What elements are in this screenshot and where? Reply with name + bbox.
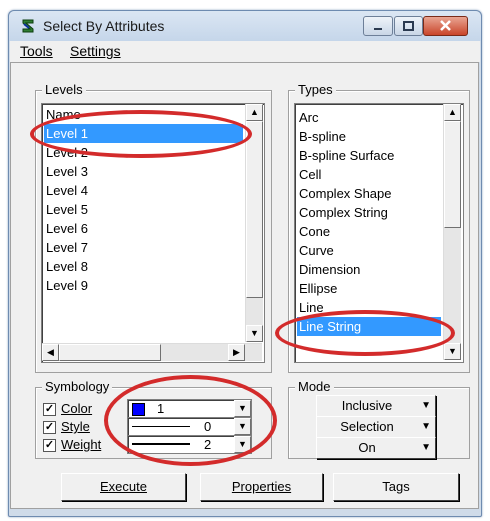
menu-bar: Tools Settings <box>10 41 480 62</box>
list-item[interactable]: Level 5 <box>46 200 88 219</box>
list-item-line-string-selected[interactable]: Line String <box>297 317 441 336</box>
dialog-client: Levels Name Level 1 Level 2 Level 3 Leve… <box>10 62 479 509</box>
execute-label: Execute <box>100 479 147 494</box>
levels-legend: Levels <box>42 82 86 97</box>
list-item[interactable]: B-spline <box>299 127 346 146</box>
style-label: Style <box>61 419 90 434</box>
types-legend: Types <box>295 82 336 97</box>
maximize-icon <box>403 21 414 31</box>
chevron-down-icon[interactable]: ▼ <box>234 436 251 453</box>
mode-selection-label: Selection <box>340 419 394 434</box>
color-swatch <box>132 403 145 416</box>
scroll-up-button[interactable]: ▲ <box>444 104 461 121</box>
chevron-down-icon: ▼ <box>421 442 431 453</box>
color-combobox[interactable]: 1 ▼ <box>127 399 252 418</box>
mode-inclusive-dropdown[interactable]: Inclusive ▼ <box>316 395 436 417</box>
properties-button[interactable]: Properties <box>200 473 323 501</box>
symbology-legend: Symbology <box>42 379 113 394</box>
tags-label: Tags <box>382 479 410 494</box>
close-icon <box>440 20 451 31</box>
weight-value: 2 <box>204 437 212 452</box>
list-item[interactable]: Arc <box>299 108 319 127</box>
list-item[interactable]: Level 7 <box>46 238 88 257</box>
weight-label-text: Weight <box>61 437 102 452</box>
types-vertical-scrollbar[interactable]: ▲ ▼ <box>443 104 461 360</box>
style-combobox[interactable]: 0 ▼ <box>127 417 252 436</box>
levels-list[interactable]: Name Level 1 Level 2 Level 3 Level 4 Lev… <box>41 103 265 363</box>
chevron-down-icon[interactable]: ▼ <box>234 400 251 417</box>
scroll-up-button[interactable]: ▲ <box>246 104 263 121</box>
mode-selection-dropdown[interactable]: Selection ▼ <box>316 416 436 438</box>
style-value: 0 <box>204 419 212 434</box>
list-item[interactable]: Level 3 <box>46 162 88 181</box>
list-item[interactable]: Cone <box>299 222 330 241</box>
title-bar[interactable]: Select By Attributes <box>9 11 481 41</box>
list-item[interactable]: Level 8 <box>46 257 88 276</box>
mode-on-label: On <box>358 440 376 455</box>
list-item[interactable]: Level 9 <box>46 276 88 295</box>
menu-tools[interactable]: Tools <box>20 43 53 59</box>
levels-column-header[interactable]: Name <box>46 105 81 124</box>
list-item[interactable]: Complex String <box>299 203 388 222</box>
scroll-down-button[interactable]: ▼ <box>246 325 263 342</box>
close-button[interactable] <box>423 16 468 36</box>
mode-legend: Mode <box>295 379 334 394</box>
maximize-button[interactable] <box>394 16 423 36</box>
minimize-button[interactable] <box>363 16 393 36</box>
list-item[interactable]: Level 6 <box>46 219 88 238</box>
chevron-down-icon[interactable]: ▼ <box>234 418 251 435</box>
list-item[interactable]: Dimension <box>299 260 360 279</box>
types-group: Types Arc B-spline B-spline Surface Cell… <box>288 82 470 373</box>
list-item[interactable]: Curve <box>299 241 334 260</box>
levels-horizontal-scrollbar[interactable]: ◀ ▶ <box>42 343 262 361</box>
levels-group: Levels Name Level 1 Level 2 Level 3 Leve… <box>35 82 272 373</box>
line-style-swatch <box>132 426 190 427</box>
list-item[interactable]: Cell <box>299 165 321 184</box>
minimize-icon <box>374 28 382 30</box>
types-list[interactable]: Arc B-spline B-spline Surface Cell Compl… <box>294 103 464 363</box>
scroll-left-button[interactable]: ◀ <box>42 344 59 361</box>
mode-inclusive-label: Inclusive <box>341 398 393 413</box>
menu-settings[interactable]: Settings <box>70 43 121 59</box>
weight-label: Weight <box>61 437 101 452</box>
scroll-thumb[interactable] <box>444 121 461 228</box>
scroll-right-button[interactable]: ▶ <box>228 344 245 361</box>
mode-group: Mode Inclusive ▼ Selection ▼ On ▼ <box>288 379 470 459</box>
style-label-text: Style <box>61 419 90 434</box>
color-checkbox[interactable]: ✓ <box>43 403 56 416</box>
levels-vertical-scrollbar[interactable]: ▲ ▼ <box>245 104 263 342</box>
mode-on-dropdown[interactable]: On ▼ <box>316 437 436 459</box>
select-by-attributes-window: Select By Attributes Tools Settings Leve… <box>8 10 482 517</box>
weight-checkbox[interactable]: ✓ <box>43 439 56 452</box>
scroll-thumb[interactable] <box>59 344 161 361</box>
color-label-text: Color <box>61 401 93 416</box>
scroll-down-button[interactable]: ▼ <box>444 343 461 360</box>
list-item[interactable]: Line <box>299 298 324 317</box>
properties-label: Properties <box>231 479 292 494</box>
scroll-thumb[interactable] <box>246 121 263 298</box>
list-item[interactable]: Complex Shape <box>299 184 392 203</box>
style-checkbox[interactable]: ✓ <box>43 421 56 434</box>
color-value: 1 <box>157 401 165 416</box>
list-item[interactable]: Ellipse <box>299 279 337 298</box>
chevron-down-icon: ▼ <box>421 421 431 432</box>
list-item[interactable]: B-spline Surface <box>299 146 394 165</box>
app-icon <box>22 19 34 33</box>
tags-button[interactable]: Tags <box>333 473 459 501</box>
list-item[interactable]: Level 4 <box>46 181 88 200</box>
list-item-level-1-selected[interactable]: Level 1 <box>44 124 243 143</box>
line-weight-swatch <box>132 443 190 445</box>
list-item[interactable]: Level 2 <box>46 143 88 162</box>
symbology-group: Symbology ✓ Color 1 ▼ ✓ Style 0 ▼ ✓ Weig… <box>35 379 272 459</box>
menu-settings-label: Settings <box>70 43 121 59</box>
window-title: Select By Attributes <box>43 18 165 34</box>
color-label: Color <box>61 401 92 416</box>
chevron-down-icon: ▼ <box>421 400 431 411</box>
execute-button[interactable]: Execute <box>61 473 186 501</box>
weight-combobox[interactable]: 2 ▼ <box>127 435 252 454</box>
menu-tools-label: Tools <box>20 43 53 59</box>
